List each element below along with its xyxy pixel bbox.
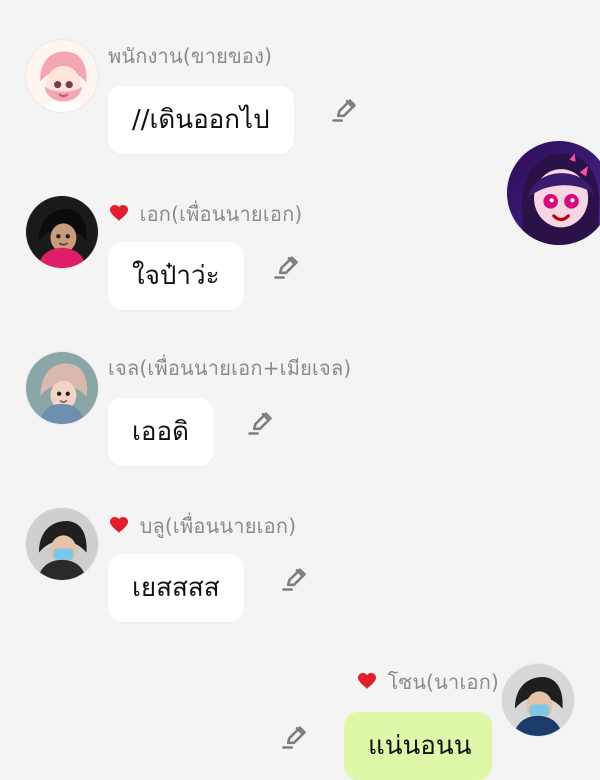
message-sender-label: เจล(เพื่อนนายเอก+เมียเจล): [108, 356, 352, 380]
message-sender-name: เอก(เพื่อนนายเอก): [108, 200, 302, 226]
message-sender-label: บลู(เพื่อนนายเอก): [139, 514, 297, 538]
pencil-icon[interactable]: [272, 253, 300, 281]
message-bubble[interactable]: แน่นอนน: [344, 712, 492, 780]
message-text: เออดิ: [132, 417, 190, 447]
message-bubble[interactable]: ใจป๋าว่ะ: [108, 242, 244, 310]
message-bubble[interactable]: เยสสสส: [108, 554, 244, 622]
message-text: ใจป๋าว่ะ: [132, 261, 220, 291]
message-sender-name: เจล(เพื่อนนายเอก+เมียเจล): [108, 356, 351, 380]
message-text: //เดินออกไป: [132, 105, 270, 135]
message-text: แน่นอนน: [368, 731, 472, 761]
pencil-icon[interactable]: [280, 723, 308, 751]
heart-icon: [356, 668, 380, 692]
message-sender-label: โซน(นาเอก): [387, 670, 500, 694]
pencil-icon[interactable]: [246, 409, 274, 437]
sender-avatar[interactable]: [26, 352, 98, 424]
sender-avatar[interactable]: [26, 508, 98, 580]
message-sender-name: โซน(นาเอก): [356, 668, 499, 694]
sender-avatar[interactable]: [26, 40, 98, 112]
message-sender-name: พนักงาน(ขายของ): [108, 44, 272, 68]
pencil-icon[interactable]: [330, 96, 358, 124]
message-sender-label: เอก(เพื่อนนายเอก): [139, 202, 303, 226]
message-sender-label: พนักงาน(ขายของ): [108, 44, 273, 68]
message-bubble[interactable]: เออดิ: [108, 398, 214, 466]
message-bubble[interactable]: //เดินออกไป: [108, 86, 294, 154]
message-text: เยสสสส: [132, 573, 220, 603]
message-sender-name: บลู(เพื่อนนายเอก): [108, 512, 296, 538]
chat-log: พนักงาน(ขายของ) //เดินออกไป เอก(เพื่อนนา…: [0, 0, 600, 780]
sender-avatar[interactable]: [26, 196, 98, 268]
sender-avatar[interactable]: [502, 664, 574, 736]
character-avatar[interactable]: [507, 141, 600, 245]
pencil-icon[interactable]: [280, 565, 308, 593]
heart-icon: [108, 512, 132, 536]
heart-icon: [108, 200, 132, 224]
